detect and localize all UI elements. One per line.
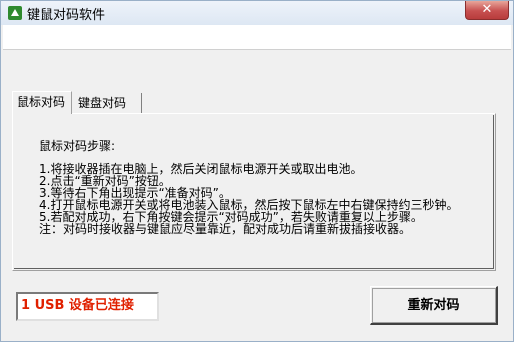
- window-title: 键鼠对码软件: [27, 8, 106, 23]
- tab-keyboard-pairing[interactable]: 键盘对码: [74, 93, 142, 113]
- toolbar-strip: [3, 25, 511, 50]
- instruction-line: 注：对码时接收器与键鼠应尽量靠近，配对成功后请重新拔插接收器。: [39, 222, 412, 236]
- usb-status-display: 1 USB 设备已连接: [16, 292, 159, 321]
- title-bar[interactable]: 键鼠对码软件 ✕: [1, 1, 513, 25]
- app-window: 键鼠对码软件 ✕ 鼠标对码 键盘对码 鼠标对码步骤: 1.将接收器插在电脑上，然…: [0, 0, 514, 342]
- tab-label: 鼠标对码: [17, 95, 66, 109]
- repair-pairing-button[interactable]: 重新对码: [370, 286, 498, 325]
- tab-mouse-pairing[interactable]: 鼠标对码: [12, 91, 72, 114]
- close-button[interactable]: ✕: [465, 1, 509, 20]
- tab-label: 键盘对码: [78, 96, 127, 110]
- close-icon: ✕: [481, 2, 493, 17]
- instructions-title: 鼠标对码步骤:: [39, 139, 116, 153]
- app-icon: [8, 6, 22, 20]
